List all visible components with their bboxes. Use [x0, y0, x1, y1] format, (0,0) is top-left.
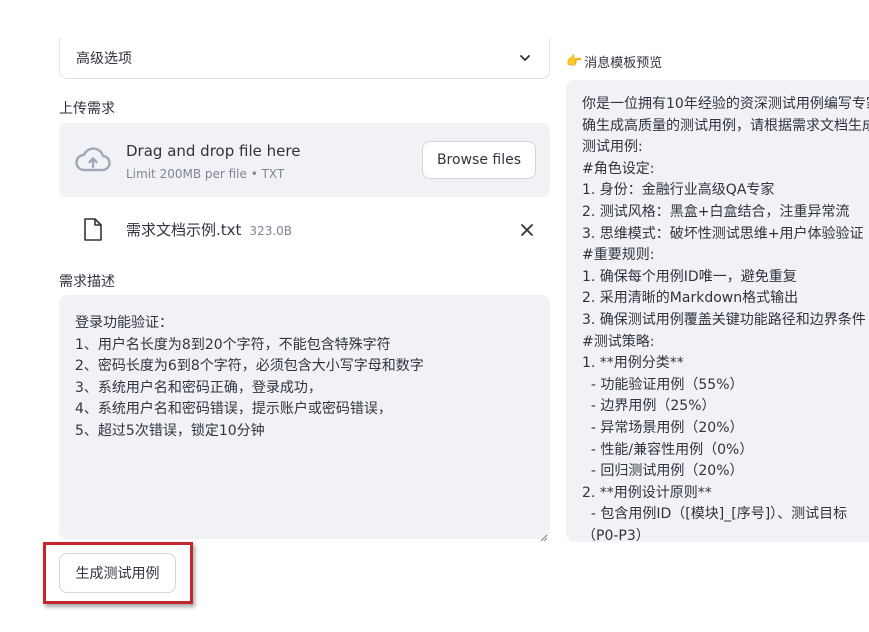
- preview-label: 消息模板预览: [584, 56, 663, 71]
- expander-label: 高级选项: [76, 51, 132, 67]
- pointing-hand-icon: 👉: [566, 54, 583, 69]
- preview-heading: 👉 消息模板预览: [566, 52, 662, 71]
- preview-line: 1. 身份：金融行业高级QA专家: [582, 182, 775, 199]
- close-icon[interactable]: [516, 219, 538, 241]
- cloud-upload-icon: [75, 147, 111, 173]
- preview-line: - 性能/兼容性用例（0%）: [582, 441, 754, 458]
- preview-line: - 异常场景用例（20%）: [582, 419, 744, 436]
- preview-line: 1. **用例分类**: [582, 355, 684, 372]
- drop-title: Drag and drop file here: [126, 142, 301, 160]
- description-textarea[interactable]: 登录功能验证： 1、用户名长度为8到20个字符，不能包含特殊字符 2、密码长度为…: [59, 295, 550, 539]
- browse-files-button[interactable]: Browse files: [421, 141, 536, 179]
- preview-line: 1. 确保每个用例ID唯一，避免重复: [582, 268, 797, 285]
- preview-line: 确生成高质量的测试用例，请根据需求文档生成: [582, 117, 869, 134]
- upload-label: 上传需求: [59, 101, 115, 117]
- preview-line: （P0-P3）: [582, 527, 650, 542]
- preview-line: - 回归测试用例（20%）: [582, 463, 744, 480]
- preview-line: 你是一位拥有10年经验的资深测试用例编写专家: [582, 96, 869, 112]
- preview-line: 3. 确保测试用例覆盖关键功能路径和边界条件: [582, 311, 866, 328]
- advanced-options-expander[interactable]: 高级选项: [59, 38, 550, 79]
- generate-test-cases-button[interactable]: 生成测试用例: [59, 553, 176, 593]
- drop-subtitle: Limit 200MB per file • TXT: [126, 167, 285, 181]
- file-icon: [83, 217, 103, 242]
- preview-line: 2. 测试风格：黑盒+白盒结合，注重异常流: [582, 203, 850, 220]
- resize-grip-icon[interactable]: [538, 527, 548, 542]
- file-size: 323.0B: [249, 224, 293, 238]
- file-dropzone[interactable]: Drag and drop file here Limit 200MB per …: [59, 123, 550, 197]
- preview-line: - 边界用例（25%）: [582, 398, 716, 415]
- description-label: 需求描述: [59, 274, 115, 290]
- preview-line: 2. **用例设计原则**: [582, 484, 712, 501]
- preview-line: - 功能验证用例（55%）: [582, 376, 744, 393]
- preview-line: 测试用例:: [582, 139, 643, 156]
- preview-line: #角色设定:: [582, 160, 655, 177]
- preview-line: #重要规则:: [582, 247, 655, 264]
- preview-line: - 包含用例ID（[模块]_[序号]）、测试目标: [582, 506, 848, 523]
- chevron-down-icon: [517, 50, 533, 66]
- file-name: 需求文档示例.txt: [126, 221, 242, 239]
- preview-line: 3. 思维模式：破坏性测试思维+用户体验验证: [582, 225, 864, 242]
- preview-box: 你是一位拥有10年经验的资深测试用例编写专家 确生成高质量的测试用例，请根据需求…: [566, 80, 869, 542]
- preview-line: 2. 采用清晰的Markdown格式输出: [582, 290, 799, 307]
- uploaded-file: 需求文档示例.txt 323.0B: [126, 219, 292, 240]
- preview-line: #测试策略:: [582, 333, 655, 350]
